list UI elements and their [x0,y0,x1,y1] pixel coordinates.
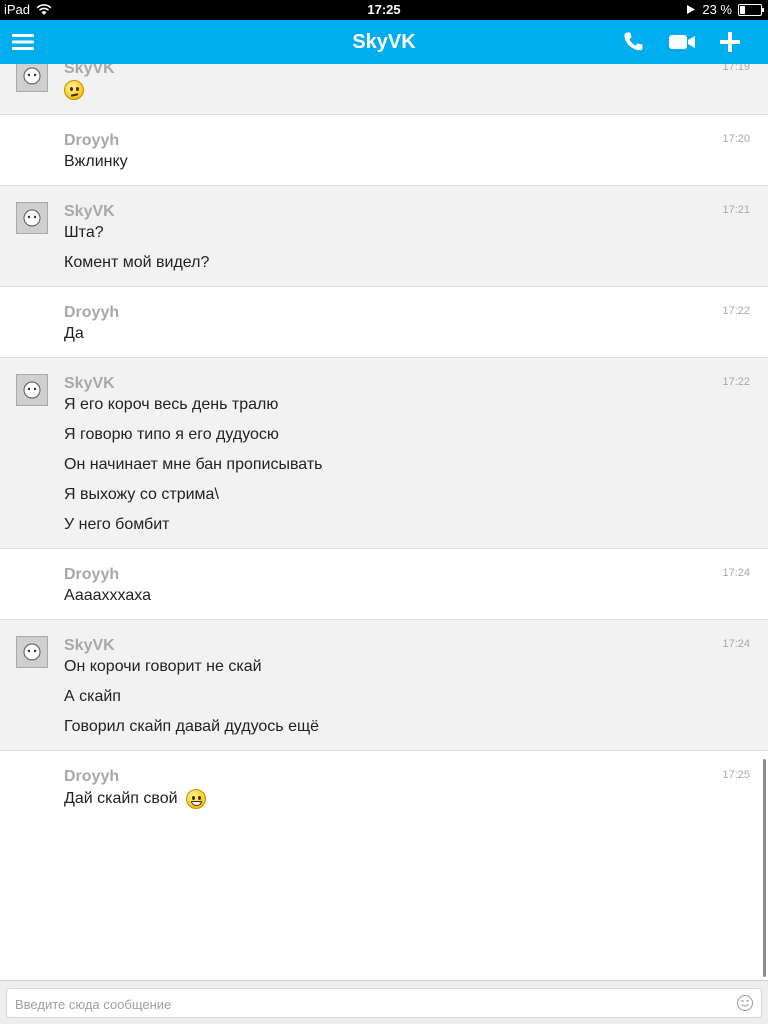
video-call-button[interactable] [667,27,697,57]
sender-name: Droyyh [64,566,120,583]
message-text-with-emoji: Дай скайп свой [64,789,207,809]
message-text: Я выхожу со стрима\ [64,486,219,503]
message-group: Droyyh 17:22 Да [0,287,768,358]
phone-icon [624,32,643,51]
message-group: Droyyh 17:24 Аааахххаха [0,549,768,620]
message-group: SkyVK 17:21 Шта? Комент мой видел? [0,186,768,287]
avatar-cat-icon [17,64,47,91]
smiley-icon [741,1000,749,1007]
message-time: 17:25 [722,769,750,781]
message-text: Шта? [64,224,104,241]
message-text: Дай скайп свой [64,790,178,808]
status-bar: iPad 17:25 23 % [0,0,768,20]
avatar[interactable] [16,374,48,406]
message-text: Вжлинку [64,153,128,170]
sender-name: Droyyh [64,132,120,149]
chat-history[interactable]: SkyVK 17:19 Droyyh 17:20 Вжлинку SkyVK 1… [0,64,768,980]
message-group: Droyyh 17:20 Вжлинку [0,115,768,186]
message-time: 17:22 [722,305,750,317]
message-text: Он корочи говорит не скай [64,658,262,675]
message-text: Да [64,325,84,342]
status-time: 17:25 [367,2,401,17]
avatar[interactable] [16,64,48,92]
message-text: Я говорю типо я его дудуосю [64,426,279,443]
message-group: SkyVK 17:24 Он корочи говорит не скай А … [0,620,768,751]
sender-name: SkyVK [64,637,115,654]
message-input-bar [0,980,768,1024]
call-button[interactable] [618,27,648,57]
sender-name: SkyVK [64,375,115,392]
location-arrow-icon [687,5,696,14]
message-text: Аааахххаха [64,587,151,604]
scrollbar[interactable] [763,759,766,977]
grin-emoji-icon [186,789,207,809]
message-group: SkyVK 17:19 [0,64,768,115]
nav-bar: SkyVK [0,20,768,64]
sender-name: Droyyh [64,768,120,785]
sender-name: Droyyh [64,304,120,321]
sender-name: SkyVK [64,203,115,220]
message-time: 17:20 [722,133,750,145]
battery-percent: 23 % [702,2,732,17]
avatar[interactable] [16,636,48,668]
message-text: У него бомбит [64,516,170,533]
message-text: Я его короч весь день тралю [64,396,279,413]
emoticon-button[interactable] [737,995,753,1011]
add-icon [720,32,740,52]
avatar-cat-icon [17,637,47,667]
confused-emoji-icon [64,80,84,100]
message-input[interactable] [13,989,717,1019]
page-title: SkyVK [352,31,416,53]
message-text: А скайп [64,688,121,705]
video-icon [669,35,695,49]
avatar[interactable] [16,202,48,234]
battery-icon [738,3,764,16]
message-text: Комент мой видел? [64,254,210,271]
message-text: Он начинает мне бан прописывать [64,456,323,473]
message-time: 17:24 [722,638,750,650]
message-time: 17:19 [722,64,750,73]
message-time: 17:22 [722,376,750,388]
add-button[interactable] [715,27,745,57]
sender-name: SkyVK [64,64,115,77]
message-time: 17:21 [722,204,750,216]
avatar-cat-icon [17,375,47,405]
avatar-cat-icon [17,203,47,233]
message-field-container [6,988,762,1019]
message-emoji [64,80,84,100]
message-group: SkyVK 17:22 Я его короч весь день тралю … [0,358,768,549]
status-right: 23 % [686,2,764,17]
message-group: Droyyh 17:25 Дай скайп свой [0,751,768,980]
message-time: 17:24 [722,567,750,579]
message-text: Говорил скайп давай дудуось ещё [64,718,320,735]
